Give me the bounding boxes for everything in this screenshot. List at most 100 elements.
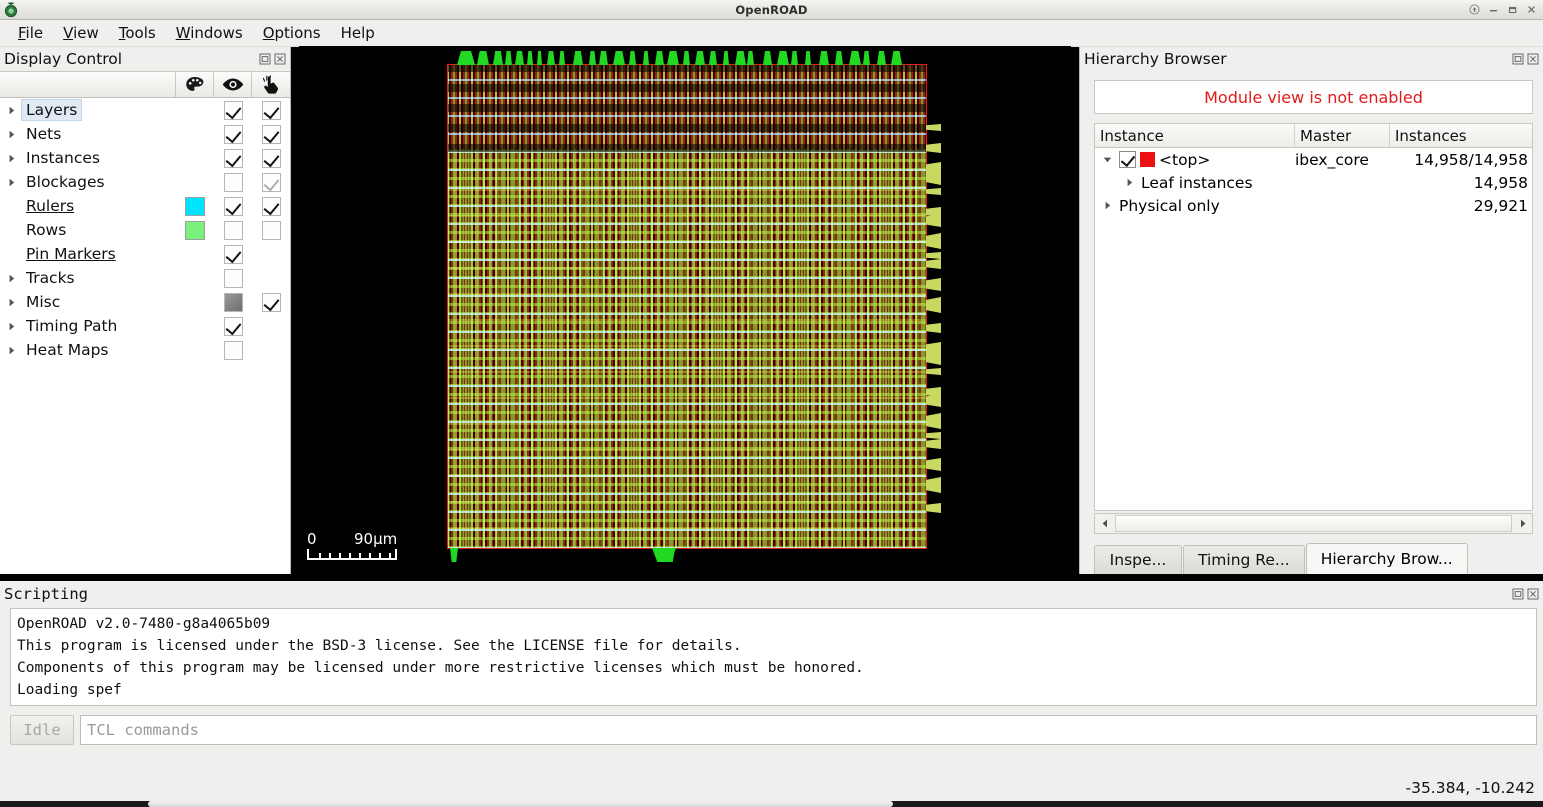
display-control-row-layers[interactable]: Layers bbox=[0, 98, 290, 122]
float-icon[interactable] bbox=[259, 53, 271, 65]
visibility-checkbox-cell[interactable] bbox=[214, 220, 252, 240]
expand-arrow-icon[interactable] bbox=[1099, 155, 1115, 164]
selectability-checkbox-cell[interactable] bbox=[252, 220, 290, 240]
close-icon[interactable] bbox=[274, 53, 286, 65]
visibility-checkbox-cell[interactable] bbox=[214, 196, 252, 216]
hierarchy-row[interactable]: <top> ibex_core 14,958/14,958 bbox=[1095, 148, 1532, 171]
menu-windows[interactable]: Windows bbox=[166, 21, 253, 45]
pin-marker bbox=[926, 259, 941, 269]
color-swatch[interactable] bbox=[185, 196, 205, 216]
display-control-row-heat-maps[interactable]: Heat Maps bbox=[0, 338, 290, 362]
selectability-checkbox[interactable] bbox=[261, 148, 281, 168]
column-header-instances[interactable]: Instances bbox=[1390, 124, 1532, 147]
hierarchy-horizontal-scrollbar[interactable] bbox=[1094, 513, 1533, 534]
selectability-checkbox[interactable] bbox=[261, 100, 281, 120]
tab-timing-re[interactable]: Timing Re... bbox=[1183, 545, 1305, 574]
selectability-checkbox[interactable] bbox=[261, 292, 281, 312]
visibility-checkbox-cell[interactable] bbox=[214, 172, 252, 192]
selectability-checkbox-cell[interactable] bbox=[252, 292, 290, 312]
selectability-checkbox[interactable] bbox=[261, 124, 281, 144]
visibility-checkbox[interactable] bbox=[223, 100, 243, 120]
close-button[interactable] bbox=[1524, 2, 1539, 17]
visibility-checkbox[interactable] bbox=[223, 148, 243, 168]
visibility-checkbox-cell[interactable] bbox=[214, 316, 252, 336]
tcl-command-input[interactable]: TCL commands bbox=[80, 715, 1537, 745]
visibility-checkbox-cell[interactable] bbox=[214, 148, 252, 168]
float-icon[interactable] bbox=[1512, 53, 1524, 65]
visibility-checkbox[interactable] bbox=[223, 244, 243, 264]
visibility-checkbox[interactable] bbox=[223, 172, 243, 192]
selectability-checkbox-cell[interactable] bbox=[252, 100, 290, 120]
minimize-button[interactable] bbox=[1486, 2, 1501, 17]
display-control-row-blockages[interactable]: Blockages bbox=[0, 170, 290, 194]
display-control-row-tracks[interactable]: Tracks bbox=[0, 266, 290, 290]
color-swatch-cell[interactable] bbox=[176, 196, 214, 216]
column-header-master[interactable]: Master bbox=[1295, 124, 1390, 147]
menu-tools[interactable]: Tools bbox=[109, 21, 166, 45]
expand-arrow-icon[interactable] bbox=[0, 178, 22, 187]
visibility-checkbox[interactable] bbox=[223, 196, 243, 216]
tab-inspe[interactable]: Inspe... bbox=[1094, 545, 1182, 574]
column-header-instance[interactable]: Instance bbox=[1095, 124, 1295, 147]
color-swatch-cell[interactable] bbox=[176, 220, 214, 240]
menu-help[interactable]: Help bbox=[331, 21, 385, 45]
display-control-row-pin-markers[interactable]: Pin Markers bbox=[0, 242, 290, 266]
selectability-checkbox[interactable] bbox=[261, 220, 281, 240]
tab-hierarchy-brow[interactable]: Hierarchy Brow... bbox=[1305, 543, 1468, 574]
scripting-status-button: Idle bbox=[10, 715, 74, 745]
expand-arrow-icon[interactable] bbox=[0, 298, 22, 307]
expand-arrow-icon[interactable] bbox=[0, 106, 22, 115]
visibility-checkbox[interactable] bbox=[223, 124, 243, 144]
visibility-checkbox[interactable] bbox=[223, 292, 243, 312]
scroll-right-icon[interactable] bbox=[1513, 514, 1532, 533]
selectability-checkbox-cell[interactable] bbox=[252, 124, 290, 144]
expand-arrow-icon[interactable] bbox=[0, 274, 22, 283]
hierarchy-instances-cell: 14,958/14,958 bbox=[1414, 150, 1528, 169]
display-control-row-misc[interactable]: Misc bbox=[0, 290, 290, 314]
layout-canvas[interactable]: 0 90µm bbox=[299, 46, 1071, 574]
selectability-checkbox-cell[interactable] bbox=[252, 148, 290, 168]
visibility-checkbox[interactable] bbox=[223, 316, 243, 336]
hierarchy-row[interactable]: Leaf instances 14,958 bbox=[1095, 171, 1532, 194]
selectability-checkbox-cell[interactable] bbox=[252, 196, 290, 216]
hierarchy-visibility-checkbox[interactable] bbox=[1119, 151, 1136, 168]
selectability-checkbox-cell[interactable] bbox=[252, 172, 290, 192]
scrollbar-thumb[interactable] bbox=[1115, 515, 1512, 532]
shade-button[interactable] bbox=[1467, 2, 1482, 17]
hierarchy-row[interactable]: Physical only 29,921 bbox=[1095, 194, 1532, 217]
selectability-checkbox[interactable] bbox=[261, 196, 281, 216]
expand-arrow-icon[interactable] bbox=[0, 322, 22, 331]
visibility-checkbox-cell[interactable] bbox=[214, 244, 252, 264]
visibility-checkbox-cell[interactable] bbox=[214, 292, 252, 312]
close-icon[interactable] bbox=[1527, 53, 1539, 65]
float-icon[interactable] bbox=[1512, 588, 1524, 600]
close-icon[interactable] bbox=[1527, 588, 1539, 600]
visibility-checkbox[interactable] bbox=[223, 268, 243, 288]
visibility-checkbox-cell[interactable] bbox=[214, 100, 252, 120]
hierarchy-color-swatch[interactable] bbox=[1140, 152, 1155, 167]
expand-arrow-icon[interactable] bbox=[0, 346, 22, 355]
scroll-left-icon[interactable] bbox=[1095, 514, 1114, 533]
taskbar-window-button[interactable] bbox=[148, 801, 893, 807]
menu-view[interactable]: View bbox=[53, 21, 109, 45]
visibility-checkbox-cell[interactable] bbox=[214, 124, 252, 144]
display-control-row-timing-path[interactable]: Timing Path bbox=[0, 314, 290, 338]
maximize-button[interactable] bbox=[1505, 2, 1520, 17]
visibility-checkbox-cell[interactable] bbox=[214, 268, 252, 288]
expand-arrow-icon[interactable] bbox=[1121, 178, 1137, 187]
status-bar: -35.384, -10.242 bbox=[0, 774, 1543, 801]
eye-icon bbox=[214, 72, 252, 97]
display-control-row-rows[interactable]: Rows bbox=[0, 218, 290, 242]
menu-file[interactable]: File bbox=[8, 21, 53, 45]
display-control-row-rulers[interactable]: Rulers bbox=[0, 194, 290, 218]
visibility-checkbox[interactable] bbox=[223, 340, 243, 360]
visibility-checkbox[interactable] bbox=[223, 220, 243, 240]
expand-arrow-icon[interactable] bbox=[1099, 201, 1115, 210]
display-control-row-nets[interactable]: Nets bbox=[0, 122, 290, 146]
display-control-row-instances[interactable]: Instances bbox=[0, 146, 290, 170]
color-swatch[interactable] bbox=[185, 220, 205, 240]
expand-arrow-icon[interactable] bbox=[0, 130, 22, 139]
expand-arrow-icon[interactable] bbox=[0, 154, 22, 163]
menu-options[interactable]: Options bbox=[253, 21, 331, 45]
visibility-checkbox-cell[interactable] bbox=[214, 340, 252, 360]
